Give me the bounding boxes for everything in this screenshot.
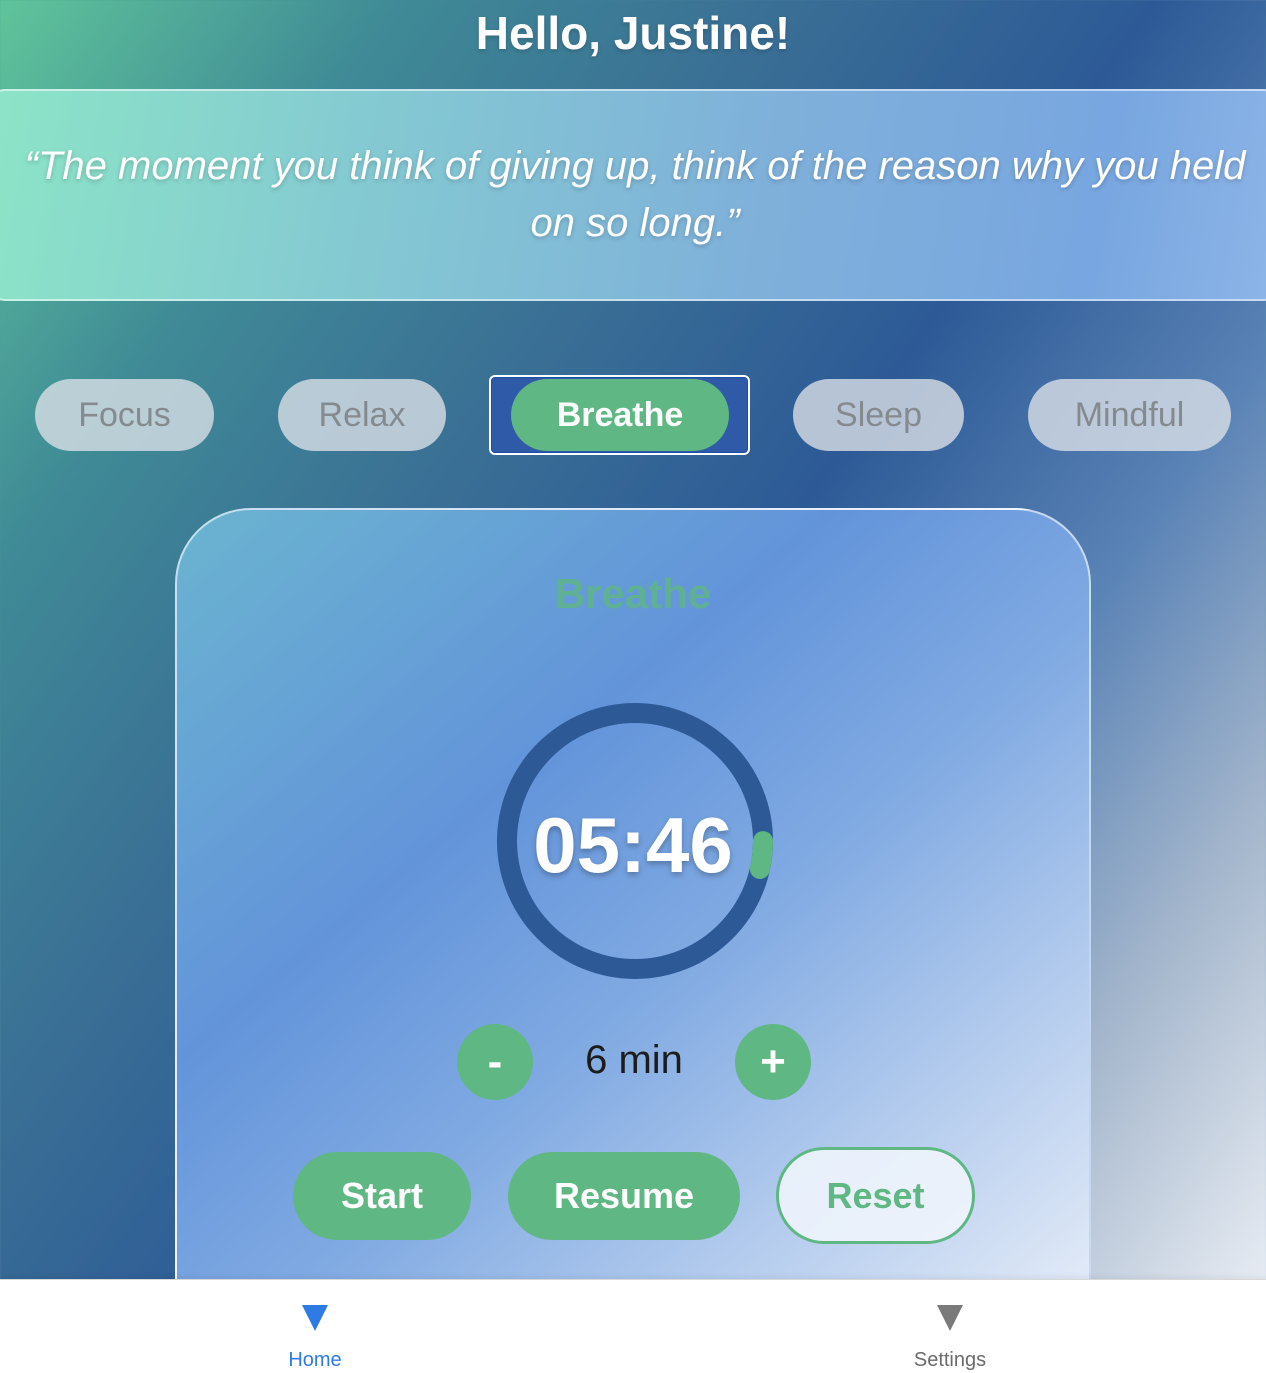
increase-duration-button[interactable]: + <box>735 1024 811 1100</box>
nav-home[interactable]: Home <box>255 1280 375 1373</box>
decrease-duration-button[interactable]: - <box>457 1024 533 1100</box>
resume-button[interactable]: Resume <box>508 1152 740 1240</box>
nav-settings-label: Settings <box>913 1349 987 1371</box>
greeting-heading: Hello, Justine! <box>475 7 791 59</box>
quote-card: “The moment you think of giving up, thin… <box>0 89 1266 301</box>
bottom-nav: Home Settings <box>0 1279 1266 1373</box>
nav-settings[interactable]: Settings <box>880 1280 1020 1373</box>
mode-chip-sleep[interactable]: Sleep <box>793 379 964 451</box>
home-triangle-icon <box>302 1305 328 1331</box>
time-remaining: 05:46 <box>533 801 733 889</box>
nav-home-label: Home <box>288 1349 342 1371</box>
start-button[interactable]: Start <box>293 1152 471 1240</box>
mode-chip-focus[interactable]: Focus <box>35 379 214 451</box>
reset-button[interactable]: Reset <box>776 1147 975 1244</box>
settings-triangle-icon <box>937 1305 963 1331</box>
mode-chip-mindful[interactable]: Mindful <box>1028 379 1231 451</box>
timer-card: Breathe 05:46 - 6 min + Start Resume Res… <box>175 508 1091 1328</box>
mode-chip-relax[interactable]: Relax <box>278 379 446 451</box>
quote-text: “The moment you think of giving up, thin… <box>24 144 1246 245</box>
mode-chip-breathe[interactable]: Breathe <box>511 379 729 451</box>
timer-title: Breathe <box>554 570 712 617</box>
duration-label: 6 min <box>585 1038 683 1082</box>
